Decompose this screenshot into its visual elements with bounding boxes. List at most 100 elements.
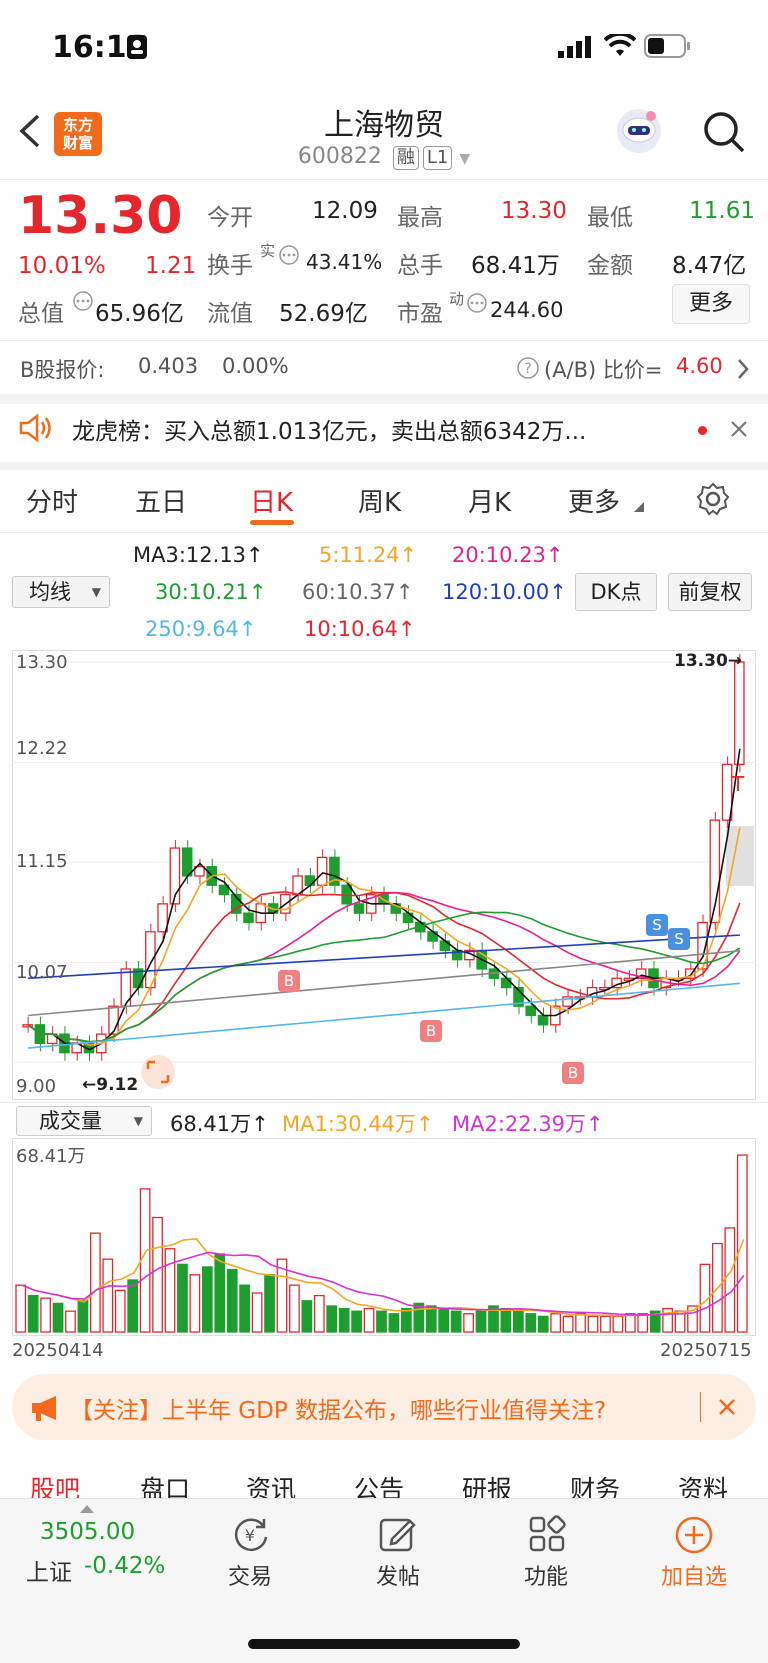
- news-text: 【关注】上半年 GDP 数据公布，哪些行业值得关注?: [70, 1398, 607, 1424]
- volume-value: 68.41万: [471, 253, 560, 279]
- nav-post[interactable]: 发帖: [348, 1559, 448, 1591]
- candle: [243, 912, 254, 924]
- news-banner[interactable]: 【关注】上半年 GDP 数据公布，哪些行业值得关注?: [12, 1374, 756, 1440]
- volume-bar: [351, 1310, 362, 1333]
- tab-five-day[interactable]: 五日: [135, 482, 187, 519]
- tab-research[interactable]: 研报: [462, 1470, 512, 1498]
- battery-icon: [644, 34, 690, 58]
- megaphone-icon: [32, 1396, 56, 1421]
- volume-bar: [301, 1300, 313, 1333]
- divider: [0, 532, 768, 533]
- tab-news[interactable]: 资讯: [246, 1470, 296, 1498]
- tab-day-k[interactable]: 日K: [250, 482, 293, 519]
- dropdown-caret-icon: ▼: [133, 1114, 143, 1128]
- chevron-right-icon[interactable]: [736, 358, 750, 380]
- ma-selector[interactable]: 均线 ▼: [12, 576, 110, 608]
- separator: [700, 1392, 701, 1422]
- candle: [304, 875, 316, 886]
- id-card-icon: [127, 35, 147, 59]
- volume-bar: [189, 1274, 201, 1333]
- bshare-label: B股报价:: [20, 358, 105, 382]
- sell-marker[interactable]: S: [646, 914, 668, 936]
- corner-caret-icon: [634, 502, 644, 512]
- volume-chart[interactable]: [12, 1138, 756, 1336]
- low-value: 11.61: [689, 198, 755, 224]
- volume-bar: [376, 1310, 387, 1333]
- info-dots-icon[interactable]: [72, 290, 94, 312]
- active-tab-indicator: [250, 520, 294, 525]
- volume-bar: [114, 1289, 126, 1333]
- nav-trade[interactable]: 交易: [200, 1559, 300, 1591]
- bshare-price: 0.403: [138, 354, 199, 378]
- info-dots-icon[interactable]: [278, 244, 300, 266]
- open-value: 12.09: [312, 198, 378, 224]
- margin-tag: 融: [392, 146, 419, 170]
- candlestick-chart[interactable]: [12, 650, 756, 1100]
- trade-icon: ¥: [234, 1518, 268, 1551]
- change-amount: 1.21: [145, 253, 197, 279]
- nav-functions[interactable]: 功能: [496, 1559, 596, 1591]
- volume-bar: [624, 1313, 636, 1333]
- buy-marker[interactable]: B: [420, 1020, 442, 1042]
- robot-assistant-icon[interactable]: [614, 106, 664, 156]
- unread-dot: [698, 426, 707, 435]
- help-icon[interactable]: ?: [516, 356, 540, 380]
- dk-point-button[interactable]: DK点: [575, 573, 657, 611]
- volume-bar: [152, 1216, 163, 1333]
- tab-month-k[interactable]: 月K: [468, 482, 511, 519]
- volume-bar: [27, 1294, 39, 1333]
- search-icon[interactable]: [702, 110, 746, 154]
- high-marker: 13.30→: [674, 651, 743, 671]
- caret-up-icon: [80, 1505, 94, 1513]
- candle: [181, 847, 193, 877]
- tab-finance[interactable]: 财务: [570, 1470, 620, 1498]
- ma20-legend: 20:10.23↑: [452, 543, 564, 567]
- volume-bar: [500, 1307, 512, 1333]
- sell-marker[interactable]: S: [668, 928, 690, 950]
- buy-marker[interactable]: B: [278, 970, 300, 992]
- volume-bar: [127, 1279, 139, 1333]
- volume-bar: [239, 1284, 251, 1333]
- index-name: 上证: [26, 1560, 72, 1586]
- compose-icon: [379, 1518, 416, 1552]
- status-bar: 16:11: [0, 0, 768, 96]
- tab-more[interactable]: 更多: [568, 482, 620, 519]
- tab-profile[interactable]: 资料: [678, 1470, 728, 1498]
- candle: [108, 1005, 119, 1035]
- volume-bar: [637, 1313, 649, 1333]
- index-value[interactable]: 3505.00: [40, 1519, 135, 1545]
- svg-text:?: ?: [524, 361, 531, 377]
- pe-sup: 动: [449, 290, 465, 308]
- forward-adjust-button[interactable]: 前复权: [668, 573, 752, 611]
- dragon-tiger-bar[interactable]: 龙虎榜：买入总额1.013亿元，卖出总额6342万...: [0, 396, 768, 462]
- volume-bar: [724, 1227, 736, 1333]
- volume-bar: [562, 1315, 574, 1333]
- settings-gear-icon[interactable]: [696, 482, 730, 516]
- divider: [0, 340, 768, 341]
- tab-announcements[interactable]: 公告: [354, 1470, 404, 1498]
- bshare-pct: 0.00%: [222, 354, 289, 378]
- t-marker: T: [732, 772, 745, 796]
- tab-orderbook[interactable]: 盘口: [140, 1470, 190, 1498]
- volume-bar: [413, 1302, 425, 1333]
- price-axis-tick: 10.07: [16, 962, 68, 983]
- volume-label: 总手: [397, 253, 443, 279]
- tab-timeshare[interactable]: 分时: [26, 482, 78, 519]
- speaker-icon: [19, 413, 51, 443]
- info-dots-icon[interactable]: [466, 292, 488, 314]
- expand-arrows-icon[interactable]: [140, 1054, 176, 1090]
- turnover-value: 43.41%: [306, 250, 383, 274]
- volume-bar: [401, 1307, 412, 1333]
- tab-week-k[interactable]: 周K: [358, 482, 401, 519]
- indicator-selector[interactable]: 成交量 ▼: [16, 1106, 152, 1136]
- home-indicator: [248, 1639, 520, 1649]
- close-icon[interactable]: [718, 1398, 736, 1416]
- turnover-sup: 实: [260, 242, 276, 260]
- tab-forum[interactable]: 股吧: [30, 1470, 80, 1498]
- nav-add-watchlist[interactable]: 加自选: [644, 1559, 744, 1591]
- change-percent: 10.01%: [18, 253, 106, 279]
- low-marker: ←9.12: [82, 1075, 139, 1095]
- close-icon[interactable]: [730, 420, 748, 438]
- more-button[interactable]: 更多: [672, 284, 750, 324]
- buy-marker[interactable]: B: [562, 1062, 584, 1084]
